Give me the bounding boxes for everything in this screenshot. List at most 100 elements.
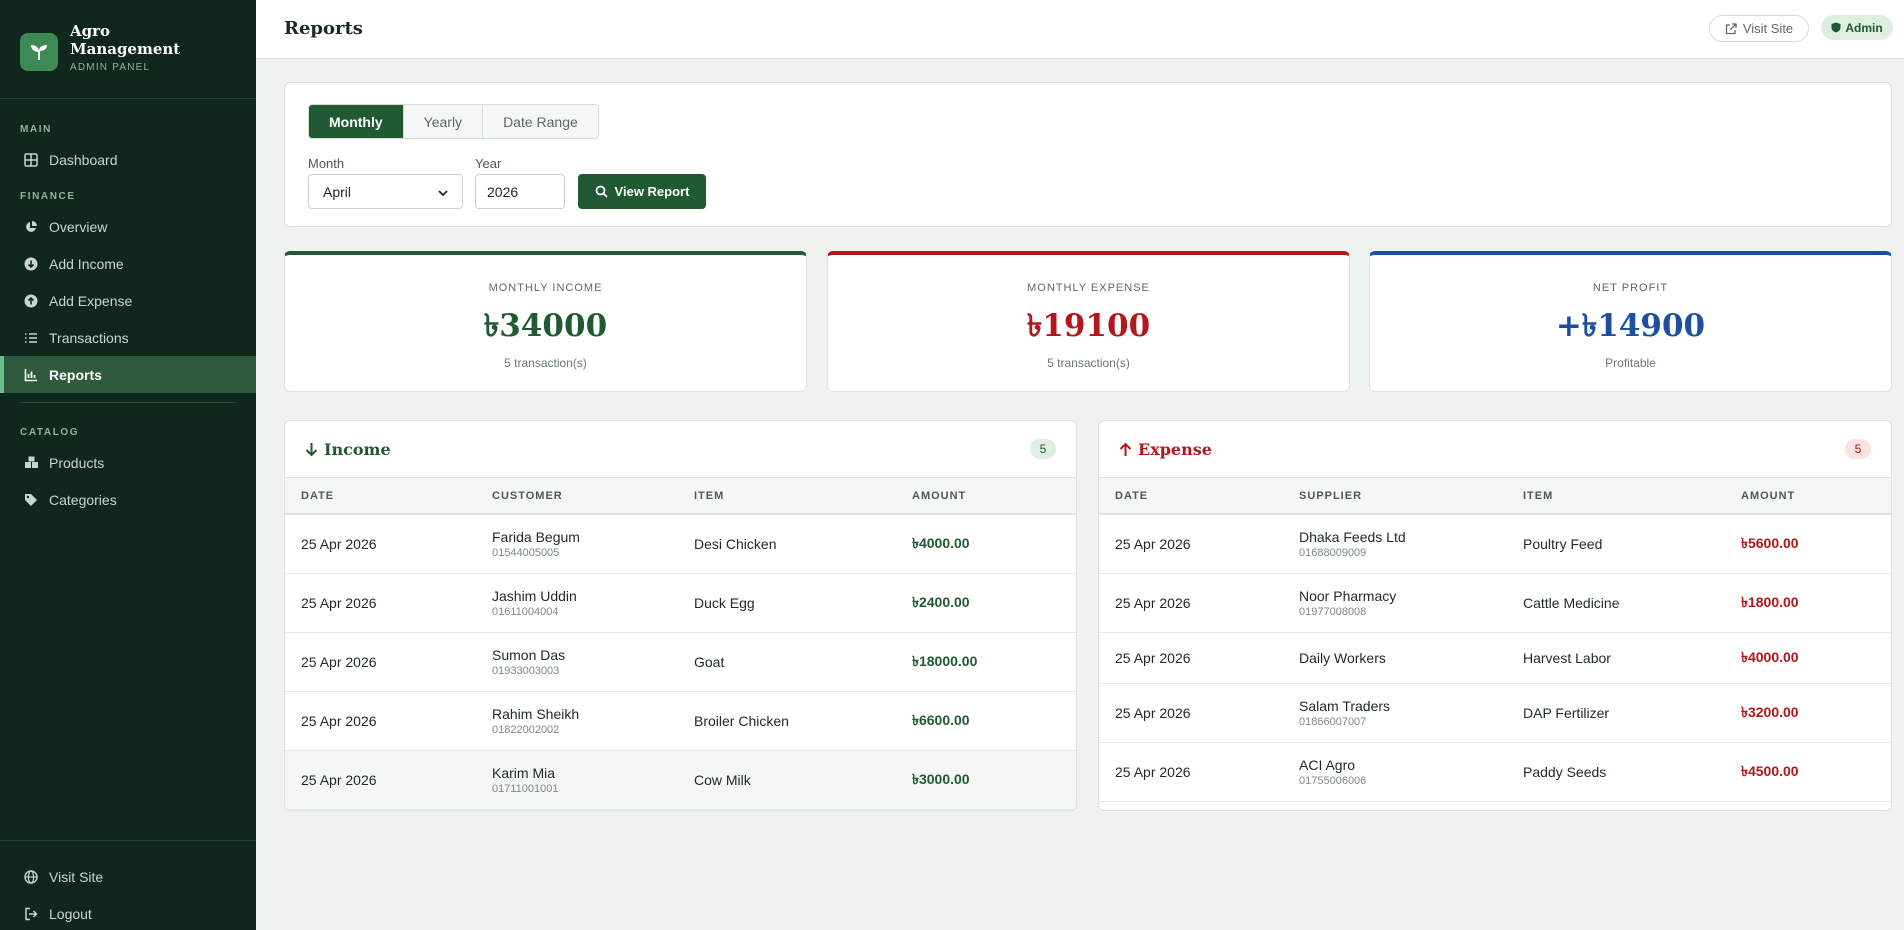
sidebar-item-visit-site[interactable]: Visit Site [0,858,256,895]
table-row[interactable]: 25 Apr 2026 ACI Agro 01755006006 Paddy Se… [1099,743,1891,802]
column-header-item: ITEM [1523,489,1554,502]
row-item: DAP Fertilizer [1523,705,1610,721]
row-supplier: Salam Traders 01866007007 [1283,698,1507,728]
row-amount: ৳4500.00 [1741,763,1799,779]
row-item: Duck Egg [694,595,755,611]
grid-icon [23,152,39,168]
table-row[interactable]: 25 Apr 2026 Rahim Sheikh 01822002002 Broi… [285,692,1076,751]
expense-title-text: Expense [1138,439,1212,459]
globe-icon [23,869,39,885]
row-amount: ৳18000.00 [912,653,978,669]
pie-chart-icon [23,219,39,235]
row-item: Harvest Labor [1523,650,1611,666]
view-report-button[interactable]: View Report [578,174,706,209]
row-supplier: Dhaka Feeds Ltd 01688009009 [1283,529,1507,559]
external-link-icon [1725,22,1737,35]
sidebar-item-categories[interactable]: Categories [0,481,256,518]
top-bar: Reports Visit Site Admin [256,0,1904,59]
supplier-phone: 01688009009 [1299,547,1367,559]
sidebar-item-label: Visit Site [49,868,104,885]
admin-badge[interactable]: Admin [1821,15,1893,40]
expense-table-card: Expense 5 DATE SUPPLIER ITEM AMOUNT 25 A… [1098,420,1892,811]
sidebar-item-label: Add Expense [49,292,133,309]
sidebar-item-transactions[interactable]: Transactions [0,319,256,356]
visit-site-button[interactable]: Visit Site [1709,15,1809,42]
sidebar-item-label: Reports [49,366,102,383]
sidebar-item-label: Overview [49,218,108,235]
sidebar-item-logout[interactable]: Logout [0,895,256,930]
table-row[interactable]: 25 Apr 2026 Karim Mia 01711001001 Cow Mil… [285,751,1076,810]
supplier-phone: 01866007007 [1299,716,1367,728]
row-date: 25 Apr 2026 [301,713,377,729]
supplier-name: Dhaka Feeds Ltd [1299,529,1406,545]
stat-subtext: Profitable [1605,356,1656,370]
customer-phone: 01822002002 [492,724,560,736]
table-row[interactable]: 25 Apr 2026 Jashim Uddin 01611004004 Duck… [285,574,1076,633]
supplier-phone: 01977008008 [1299,606,1367,618]
boxes-icon [23,455,39,471]
table-row[interactable]: 25 Apr 2026 Noor Pharmacy 01977008008 Cat… [1099,574,1891,633]
view-report-label: View Report [614,184,690,199]
table-row[interactable]: 25 Apr 2026 Salam Traders 01866007007 DAP… [1099,684,1891,743]
stat-value: +৳14900 [1555,308,1706,344]
table-row[interactable]: 25 Apr 2026 Farida Begum 01544005005 Desi… [285,515,1076,574]
sidebar-item-add-income[interactable]: Add Income [0,245,256,282]
section-label-catalog: CATALOG [20,427,80,438]
column-header-amount: AMOUNT [1741,489,1796,502]
section-label-finance: FINANCE [20,191,76,202]
row-date: 25 Apr 2026 [1115,595,1191,611]
income-table-header: Income 5 [285,421,1076,477]
customer-phone: 01711001001 [492,783,559,795]
report-period-tabs: Monthly Yearly Date Range [308,104,599,139]
row-amount: ৳5600.00 [1741,535,1799,551]
stat-subtext: 5 transaction(s) [1047,356,1130,370]
expense-title: Expense [1119,440,1212,459]
table-row[interactable]: 25 Apr 2026 Sumon Das 01933003003 Goat ৳1… [285,633,1076,692]
sidebar-item-label: Add Income [49,255,124,272]
row-supplier: Daily Workers [1283,650,1507,666]
table-row[interactable]: 25 Apr 2026 Dhaka Feeds Ltd 01688009009 P… [1099,515,1891,574]
brand: Agro Management ADMIN PANEL [0,0,256,99]
sidebar-item-add-expense[interactable]: Add Expense [0,282,256,319]
row-item: Desi Chicken [694,536,777,552]
column-header-date: DATE [1115,489,1149,502]
tab-yearly[interactable]: Yearly [403,105,484,138]
row-supplier: Noor Pharmacy 01977008008 [1283,588,1507,618]
column-header-supplier: SUPPLIER [1299,489,1363,502]
sidebar-divider [20,402,236,403]
year-label: Year [475,156,502,171]
sidebar: Agro Management ADMIN PANEL MAIN Dashboa… [0,0,256,930]
tab-date-range[interactable]: Date Range [483,105,598,138]
table-row[interactable]: 25 Apr 2026 Daily Workers Harvest Labor … [1099,633,1891,684]
column-header-date: DATE [301,489,335,502]
row-item: Cattle Medicine [1523,595,1620,611]
stat-label: NET PROFIT [1592,282,1669,294]
supplier-name: Salam Traders [1299,698,1391,714]
tab-monthly[interactable]: Monthly [309,105,404,138]
brand-title-line1: Agro [70,22,111,40]
row-date: 25 Apr 2026 [1115,536,1191,552]
income-title: Income [305,440,391,459]
row-customer: Jashim Uddin 01611004004 [476,588,678,618]
row-customer: Rahim Sheikh 01822002002 [476,706,678,736]
month-select[interactable]: April [308,174,463,209]
stat-label: MONTHLY INCOME [488,282,603,294]
customer-name: Jashim Uddin [492,588,577,604]
arrow-up-icon [1119,442,1132,457]
arrow-down-circle-icon [23,256,39,272]
column-header-amount: AMOUNT [912,489,967,502]
sidebar-item-reports[interactable]: Reports [0,356,256,393]
net-profit-card: NET PROFIT +৳14900 Profitable [1369,251,1892,392]
income-table-head: DATE CUSTOMER ITEM AMOUNT [285,477,1076,515]
shield-icon [1831,22,1841,33]
sidebar-item-label: Categories [49,491,117,508]
sidebar-item-dashboard[interactable]: Dashboard [0,141,256,178]
year-input[interactable] [475,174,565,209]
stat-value: ৳19100 [1026,308,1151,344]
sidebar-item-overview[interactable]: Overview [0,208,256,245]
sidebar-item-products[interactable]: Products [0,444,256,481]
row-amount: ৳3200.00 [1741,704,1799,720]
income-table-card: Income 5 DATE CUSTOMER ITEM AMOUNT 25 Ap… [284,420,1077,811]
customer-name: Sumon Das [492,647,566,663]
row-customer: Karim Mia 01711001001 [476,765,678,795]
